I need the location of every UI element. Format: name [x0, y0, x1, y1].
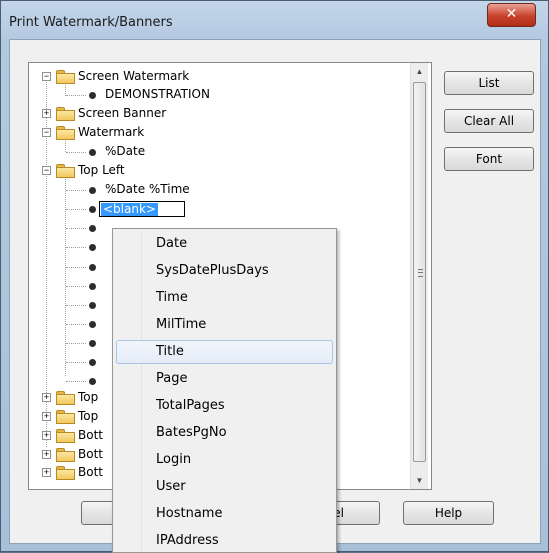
- tree-node-label: Bott: [78, 428, 103, 442]
- tree-guide-line: [66, 286, 86, 287]
- help-button[interactable]: Help: [403, 501, 494, 525]
- tree-guide-line: [66, 95, 86, 96]
- plus-icon[interactable]: +: [42, 393, 51, 402]
- tree-leaf-demonstration[interactable]: DEMONSTRATION: [29, 86, 409, 104]
- bullet-icon: [89, 378, 96, 385]
- clear-all-button[interactable]: Clear All: [444, 109, 534, 133]
- tree-guide-line: [66, 305, 86, 306]
- tree-guide-line: [66, 247, 86, 248]
- plus-icon[interactable]: +: [42, 450, 51, 459]
- tree-guide-line: [66, 228, 86, 229]
- tree-scrollbar[interactable]: ▲ ▼: [410, 63, 428, 489]
- bullet-icon: [89, 206, 96, 213]
- tree-node-label: Screen Watermark: [78, 69, 190, 83]
- menu-item-totalpages[interactable]: TotalPages: [116, 394, 333, 418]
- tree-node-top-left[interactable]: − Top Left: [29, 162, 409, 180]
- menu-item-login[interactable]: Login: [116, 448, 333, 472]
- menu-item-title[interactable]: Title: [116, 340, 333, 364]
- close-icon: ✕: [505, 6, 518, 22]
- tree-node-label: Top: [78, 409, 99, 423]
- tree-leaf-date[interactable]: %Date: [29, 143, 409, 161]
- bullet-icon: [89, 321, 96, 328]
- bullet-icon: [89, 264, 96, 271]
- edit-field-selected-text: <blank>: [101, 202, 158, 216]
- folder-icon: [56, 429, 75, 443]
- plus-icon[interactable]: +: [42, 468, 51, 477]
- bullet-icon: [89, 225, 96, 232]
- bullet-icon: [89, 244, 96, 251]
- menu-item-ipaddress[interactable]: IPAddress: [116, 529, 333, 553]
- folder-icon: [56, 126, 75, 140]
- scrollbar-thumb[interactable]: [413, 82, 426, 462]
- plus-icon[interactable]: +: [42, 412, 51, 421]
- menu-item-user[interactable]: User: [116, 475, 333, 499]
- bullet-icon: [89, 149, 96, 156]
- menu-item-hostname[interactable]: Hostname: [116, 502, 333, 526]
- tree-node-screen-banner[interactable]: + Screen Banner: [29, 105, 409, 123]
- plus-icon[interactable]: +: [42, 431, 51, 440]
- scroll-up-arrow-icon[interactable]: ▲: [411, 63, 428, 80]
- tree-guide-line: [66, 381, 86, 382]
- tree-node-watermark[interactable]: − Watermark: [29, 124, 409, 142]
- menu-item-batespgno[interactable]: BatesPgNo: [116, 421, 333, 445]
- bullet-icon: [89, 302, 96, 309]
- close-button[interactable]: ✕: [487, 3, 536, 27]
- tree-guide-line: [66, 152, 86, 153]
- bullet-icon: [89, 187, 96, 194]
- folder-icon: [56, 410, 75, 424]
- folder-icon: [56, 466, 75, 480]
- scroll-down-arrow-icon[interactable]: ▼: [411, 472, 428, 489]
- tree-node-label: Bott: [78, 447, 103, 461]
- tree-guide-line: [66, 190, 86, 191]
- grip-icon: [418, 269, 423, 277]
- dialog-window: Print Watermark/Banners ✕ − Screen Water…: [0, 0, 549, 553]
- tree-node-label: DEMONSTRATION: [105, 87, 210, 101]
- tree-node-label: Screen Banner: [78, 106, 167, 120]
- tree-node-label: Watermark: [78, 125, 145, 139]
- tree-node-label: Top: [78, 390, 99, 404]
- tree-node-label: Top Left: [78, 163, 125, 177]
- tree-guide-line: [66, 324, 86, 325]
- menu-item-sysdateplusdays[interactable]: SysDatePlusDays: [116, 259, 333, 283]
- folder-icon: [56, 70, 75, 84]
- font-button[interactable]: Font: [444, 147, 534, 171]
- plus-icon[interactable]: +: [42, 109, 51, 118]
- tree-leaf-blank[interactable]: <blank>: [29, 200, 409, 218]
- bullet-icon: [89, 92, 96, 99]
- list-button[interactable]: List: [444, 71, 534, 95]
- tree-node-screen-watermark[interactable]: − Screen Watermark: [29, 68, 409, 86]
- minus-icon[interactable]: −: [42, 72, 51, 81]
- tree-guide-line: [66, 209, 86, 210]
- tree-node-label: %Date: [105, 144, 146, 158]
- window-title: Print Watermark/Banners: [9, 15, 173, 30]
- minus-icon[interactable]: −: [42, 166, 51, 175]
- tree-label-edit-field[interactable]: <blank>: [99, 201, 185, 217]
- minus-icon[interactable]: −: [42, 128, 51, 137]
- folder-icon: [56, 391, 75, 405]
- folder-icon: [56, 164, 75, 178]
- insert-field-context-menu: Date SysDatePlusDays Time MilTime Title …: [112, 228, 337, 553]
- bullet-icon: [89, 283, 96, 290]
- bullet-icon: [89, 359, 96, 366]
- menu-item-time[interactable]: Time: [116, 286, 333, 310]
- tree-guide-line: [66, 343, 86, 344]
- menu-item-page[interactable]: Page: [116, 367, 333, 391]
- folder-icon: [56, 448, 75, 462]
- tree-node-label: %Date %Time: [105, 182, 190, 196]
- tree-leaf-date-time[interactable]: %Date %Time: [29, 181, 409, 199]
- menu-item-miltime[interactable]: MilTime: [116, 313, 333, 337]
- menu-item-date[interactable]: Date: [116, 232, 333, 256]
- bullet-icon: [89, 340, 96, 347]
- tree-guide-line: [66, 362, 86, 363]
- tree-node-label: Bott: [78, 465, 103, 479]
- folder-icon: [56, 107, 75, 121]
- tree-guide-line: [66, 267, 86, 268]
